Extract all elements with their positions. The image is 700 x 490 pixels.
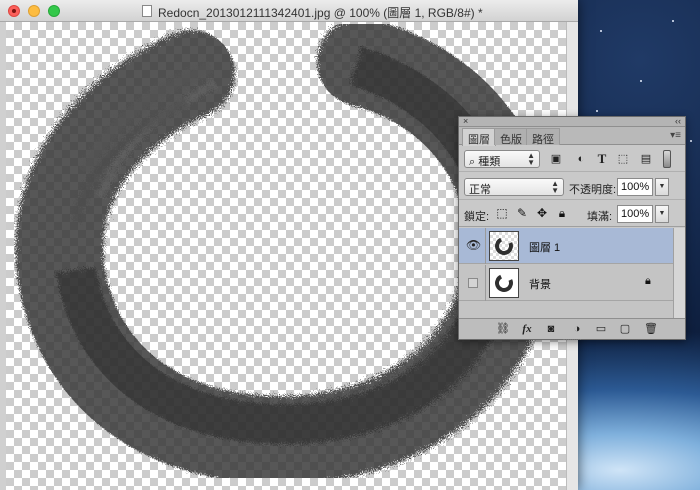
layer-name[interactable]: 背景	[529, 276, 551, 292]
eye-icon[interactable]: 👁︎	[466, 239, 481, 251]
panel-footer: ⛓︎ fx ◙ ◑ ▭ ▢ 🗑︎	[459, 318, 685, 339]
lock-position-icon[interactable]: ✥	[535, 206, 549, 220]
filter-toggle-switch[interactable]	[663, 150, 671, 168]
layers-panel: × ‹‹ 圖層 色版 路徑 ▾≡ ⌕ 種類 ▲ ▼ ▣ ◐ T ⬚ ▤ 正常 ▲ ▼…	[458, 116, 686, 340]
blend-mode-label: 正常	[469, 184, 491, 196]
lock-label: 鎖定:	[464, 211, 490, 223]
select-arrows-icon: ▲ ▼	[551, 179, 559, 195]
lock-icon: 🔒︎	[645, 275, 651, 287]
panel-close-icon[interactable]: ×	[463, 117, 468, 126]
type-filter-icon[interactable]: T	[595, 152, 609, 166]
blend-mode-select[interactable]: 正常 ▲ ▼	[464, 178, 564, 196]
mask-icon[interactable]: ◙	[543, 322, 559, 336]
panel-menu-icon[interactable]: ▾≡	[670, 130, 681, 141]
image-filter-icon[interactable]: ▣	[549, 152, 563, 166]
lock-all-icon[interactable]: 🔒︎	[555, 206, 569, 220]
close-button[interactable]	[8, 5, 20, 17]
layer-name[interactable]: 圖層 1	[529, 239, 560, 255]
folder-icon[interactable]: ▭	[593, 322, 609, 336]
fill-field[interactable]: 100%	[617, 205, 653, 223]
layer-thumbnail	[489, 231, 519, 261]
layer-filter-row: ⌕ 種類 ▲ ▼ ▣ ◐ T ⬚ ▤	[459, 146, 685, 172]
opacity-label: 不透明度:	[569, 184, 617, 196]
fx-icon[interactable]: fx	[519, 322, 535, 336]
link-icon[interactable]: ⛓︎	[495, 322, 511, 336]
window-title: Redocn_2013012111342401.jpg @ 100% (圖層 1…	[158, 6, 483, 20]
trash-icon[interactable]: 🗑︎	[643, 322, 659, 336]
layer-row-layer1[interactable]: 👁︎ 圖層 1	[459, 228, 673, 264]
window-titlebar[interactable]: Redocn_2013012111342401.jpg @ 100% (圖層 1…	[0, 0, 578, 22]
blend-row: 正常 ▲ ▼ 不透明度: 100% ▼	[459, 173, 685, 200]
panel-collapse-icon[interactable]: ‹‹	[675, 117, 681, 126]
fill-dropdown-icon[interactable]: ▼	[655, 205, 669, 223]
search-icon: ⌕	[469, 156, 476, 168]
select-arrows-icon: ▲ ▼	[527, 151, 535, 167]
visibility-toggle-off[interactable]	[468, 278, 478, 288]
lock-pixels-icon[interactable]: ✎	[515, 206, 529, 220]
layers-list: 👁︎ 圖層 1 背景 🔒︎	[459, 228, 685, 318]
panel-header-bar[interactable]: × ‹‹	[459, 117, 685, 127]
zoom-button[interactable]	[48, 5, 60, 17]
lock-transparency-icon[interactable]: ⬚	[495, 206, 509, 220]
new-layer-icon[interactable]: ▢	[617, 322, 633, 336]
fill-label: 填滿:	[587, 211, 613, 223]
smart-object-filter-icon[interactable]: ▤	[639, 152, 653, 166]
layer-row-background[interactable]: 背景 🔒︎	[459, 265, 673, 301]
minimize-button[interactable]	[28, 5, 40, 17]
lock-row: 鎖定: ⬚ ✎ ✥ 🔒︎ 填滿: 100% ▼	[459, 201, 685, 227]
shape-filter-icon[interactable]: ⬚	[616, 152, 630, 166]
tab-channels[interactable]: 色版	[494, 128, 528, 146]
layer-thumbnail	[489, 268, 519, 298]
opacity-field[interactable]: 100%	[617, 178, 653, 196]
opacity-dropdown-icon[interactable]: ▼	[655, 178, 669, 196]
tab-paths[interactable]: 路徑	[526, 128, 560, 146]
adjustment-icon[interactable]: ◑	[569, 322, 585, 336]
adjustment-filter-icon[interactable]: ◐	[574, 152, 588, 166]
tab-layers[interactable]: 圖層	[462, 128, 496, 146]
document-icon	[142, 5, 152, 17]
filter-kind-label: 種類	[478, 156, 501, 168]
filter-kind-select[interactable]: ⌕ 種類 ▲ ▼	[464, 150, 540, 168]
panel-tabs: 圖層 色版 路徑 ▾≡	[459, 127, 685, 146]
layers-scrollbar[interactable]	[673, 228, 685, 318]
panel-resize-grip[interactable]	[563, 339, 581, 342]
